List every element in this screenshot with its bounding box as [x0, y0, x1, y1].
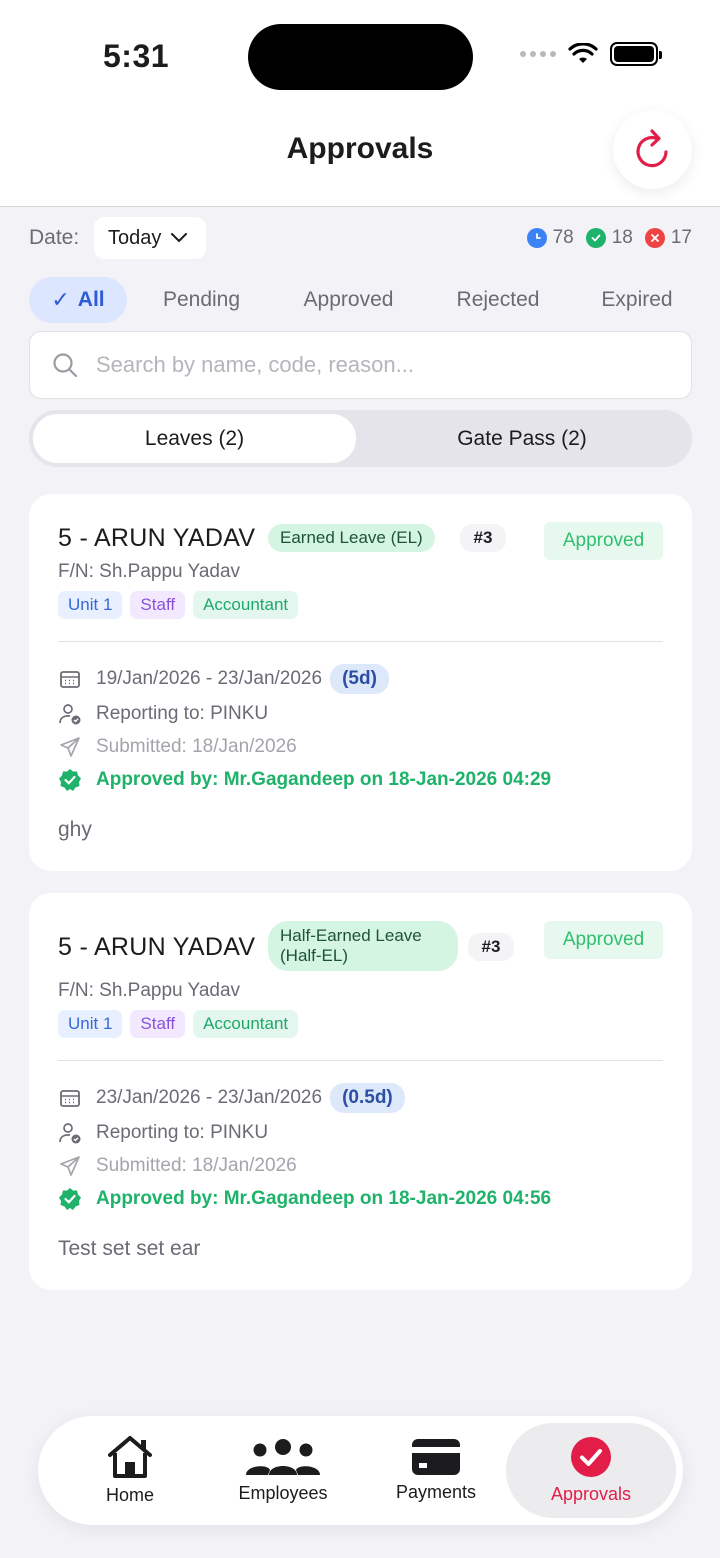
tab-all[interactable]: ✓ All [29, 277, 127, 323]
leave-type-badge: Half-Earned Leave (Half-EL) [268, 921, 458, 971]
role-tag: Accountant [193, 591, 299, 619]
reporting-row: Reporting to: PINKU [58, 1121, 268, 1145]
date-range-row: 19/Jan/2026 - 23/Jan/2026 (5d) [58, 664, 389, 694]
chevron-down-icon [171, 233, 188, 243]
employee-name: 5 - ARUN YADAV [58, 524, 256, 552]
status-tabs: ✓ All Pending Approved Rejected Expired [29, 277, 699, 323]
approved-by: Approved by: Mr.Gagandeep on 18-Jan-2026… [96, 1188, 552, 1209]
reporting-to: Reporting to: PINKU [96, 703, 269, 724]
header: 5:31 Approvals [0, 0, 720, 207]
verified-icon [58, 768, 82, 792]
request-number: #3 [468, 933, 514, 961]
status-badge: Approved [544, 921, 663, 959]
status-counts: 78 18 17 [526, 227, 692, 249]
nav-payments[interactable]: Payments [386, 1416, 486, 1525]
date-range: 23/Jan/2026 - 23/Jan/2026 [96, 1087, 323, 1108]
send-icon [58, 735, 82, 759]
status-icons [520, 42, 662, 66]
home-icon [108, 1436, 152, 1478]
page-title: Approvals [286, 132, 434, 165]
leave-reason: Test set set ear [58, 1237, 201, 1260]
staff-tag: Staff [130, 1010, 186, 1038]
approved-by-row: Approved by: Mr.Gagandeep on 18-Jan-2026… [58, 1187, 551, 1211]
approval-card[interactable]: 5 - ARUN YADAV Earned Leave (EL) #3 Appr… [29, 494, 692, 871]
type-segment: Leaves (2) Gate Pass (2) [29, 410, 692, 467]
approval-card[interactable]: 5 - ARUN YADAV Half-Earned Leave (Half-E… [29, 893, 692, 1290]
card-divider [58, 641, 663, 642]
refresh-button[interactable] [613, 110, 692, 189]
tab-approved[interactable]: Approved [276, 277, 421, 323]
rejected-count: 17 [644, 227, 692, 249]
search-icon [53, 353, 78, 378]
verified-icon [58, 1187, 82, 1211]
status-badge: Approved [544, 522, 663, 560]
x-circle-icon [644, 228, 665, 248]
wifi-icon [568, 43, 598, 63]
check-circle-icon [585, 228, 606, 248]
card-divider [58, 1060, 663, 1061]
calendar-icon [58, 667, 82, 691]
approved-by-row: Approved by: Mr.Gagandeep on 18-Jan-2026… [58, 768, 551, 792]
segment-leaves[interactable]: Leaves (2) [33, 414, 356, 463]
submitted-date: Submitted: 18/Jan/2026 [96, 1155, 297, 1176]
user-check-icon [58, 702, 82, 726]
battery-icon [610, 42, 662, 66]
nav-home[interactable]: Home [78, 1416, 182, 1525]
father-name: F/N: Sh.Pappu Yadav [58, 980, 241, 1001]
unit-tag: Unit 1 [58, 591, 123, 619]
tag-list: Unit 1 Staff Accountant [58, 591, 299, 619]
submitted-row: Submitted: 18/Jan/2026 [58, 735, 297, 759]
date-label: Date: [29, 226, 80, 249]
clock-icon [526, 228, 547, 248]
signal-icon [520, 51, 556, 57]
tag-list: Unit 1 Staff Accountant [58, 1010, 299, 1038]
refresh-icon [635, 128, 668, 167]
users-icon [246, 1439, 320, 1475]
bottom-nav: Home Employees Payments Approvals [38, 1416, 683, 1525]
check-circle-icon [571, 1437, 611, 1477]
tab-pending[interactable]: Pending [127, 277, 276, 323]
nav-approvals[interactable]: Approvals [506, 1423, 676, 1518]
tab-expired[interactable]: Expired [575, 277, 699, 323]
user-check-icon [58, 1121, 82, 1145]
staff-tag: Staff [130, 591, 186, 619]
pending-count: 78 [526, 227, 574, 249]
leave-type-badge: Earned Leave (EL) [268, 524, 435, 552]
request-number: #3 [460, 524, 506, 552]
days-badge: (0.5d) [330, 1083, 405, 1113]
search-bar [29, 331, 692, 399]
unit-tag: Unit 1 [58, 1010, 123, 1038]
status-time: 5:31 [103, 38, 170, 74]
nav-employees[interactable]: Employees [228, 1416, 338, 1525]
search-input[interactable] [96, 352, 636, 378]
dynamic-island [248, 24, 473, 90]
date-range: 19/Jan/2026 - 23/Jan/2026 [96, 668, 323, 689]
date-range-row: 23/Jan/2026 - 23/Jan/2026 (0.5d) [58, 1083, 405, 1113]
days-badge: (5d) [330, 664, 389, 694]
date-value: Today [108, 226, 162, 249]
tab-rejected[interactable]: Rejected [421, 277, 575, 323]
send-icon [58, 1154, 82, 1178]
approved-by: Approved by: Mr.Gagandeep on 18-Jan-2026… [96, 769, 552, 790]
leave-reason: ghy [58, 818, 92, 841]
calendar-icon [58, 1086, 82, 1110]
date-dropdown[interactable]: Today [94, 217, 206, 259]
card-icon [412, 1439, 460, 1475]
father-name: F/N: Sh.Pappu Yadav [58, 561, 241, 582]
submitted-date: Submitted: 18/Jan/2026 [96, 736, 297, 757]
approved-count: 18 [585, 227, 633, 249]
role-tag: Accountant [193, 1010, 299, 1038]
reporting-row: Reporting to: PINKU [58, 702, 268, 726]
submitted-row: Submitted: 18/Jan/2026 [58, 1154, 297, 1178]
reporting-to: Reporting to: PINKU [96, 1122, 269, 1143]
employee-name: 5 - ARUN YADAV [58, 933, 256, 961]
check-icon: ✓ [51, 287, 70, 312]
segment-gate-pass[interactable]: Gate Pass (2) [356, 414, 688, 463]
